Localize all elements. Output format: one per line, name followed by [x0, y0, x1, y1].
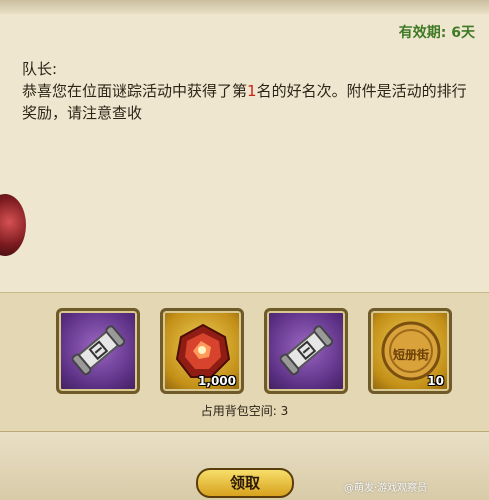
reward-slot-scroll[interactable]: [264, 308, 348, 394]
rank-number: 1: [247, 82, 257, 100]
reward-slot-coin[interactable]: 短册街 10: [368, 308, 452, 394]
mail-message-text: 恭喜您在位面谜踪活动中获得了第: [22, 82, 248, 100]
scroll-icon: [71, 325, 126, 376]
top-strip: [0, 0, 489, 14]
mail-greeting: 队长:: [22, 60, 58, 78]
scroll-icon: [279, 325, 334, 376]
item-quantity: 1,000: [198, 374, 236, 388]
claim-button[interactable]: 领取: [196, 468, 294, 498]
mail-message: 恭喜您在位面谜踪活动中获得了第1名的好名次。附件是活动的排行奖励，请注意查收: [22, 80, 474, 124]
item-quantity: 10: [427, 374, 444, 388]
watermark: @萌发·游戏观察员: [344, 483, 428, 494]
bag-space-info: 占用背包空间: 3: [200, 404, 289, 418]
reward-slot-scroll[interactable]: [56, 308, 140, 394]
reward-slot-gem[interactable]: 1,000: [160, 308, 244, 394]
side-gem-icon: [0, 194, 26, 256]
coin-text: 短册街: [393, 347, 429, 362]
validity-period: 有效期: 6天: [398, 25, 475, 41]
